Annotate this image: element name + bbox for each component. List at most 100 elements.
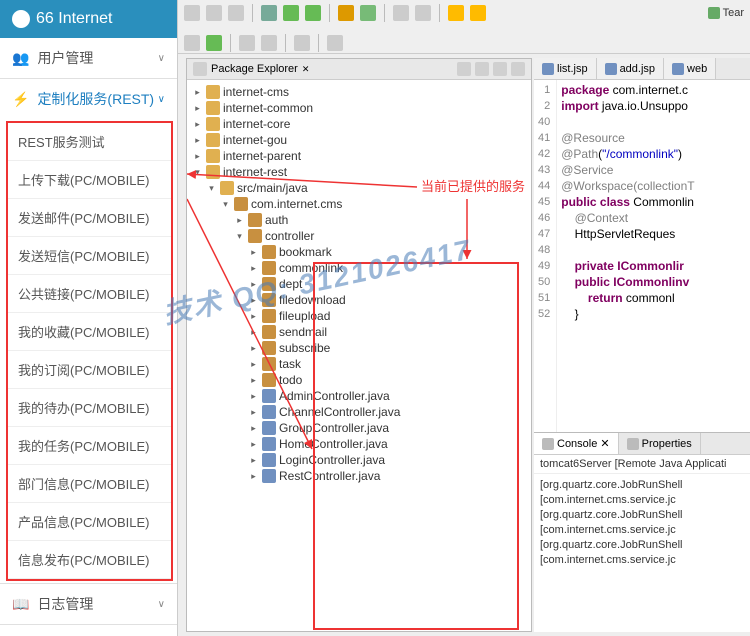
file-icon <box>542 63 554 75</box>
console-tab[interactable]: Properties <box>619 433 701 454</box>
menu-item[interactable]: 上传下载(PC/MOBILE) <box>8 161 171 199</box>
pkg-icon <box>262 325 276 339</box>
editor-tab[interactable]: list.jsp <box>534 58 597 79</box>
pkg-icon <box>262 293 276 307</box>
tb3-icon[interactable] <box>239 35 255 51</box>
save-all-icon[interactable] <box>228 5 244 21</box>
nav-users[interactable]: 👥用户管理 ∨ <box>0 38 177 78</box>
tree-row[interactable]: ▸ChannelController.java <box>189 404 529 420</box>
tree-row[interactable]: ▸internet-core <box>189 116 529 132</box>
tree-row[interactable]: ▸task <box>189 356 529 372</box>
book-icon: 📖 <box>12 596 29 613</box>
tree-row[interactable]: ▾controller <box>189 228 529 244</box>
toggle-icon[interactable] <box>415 5 431 21</box>
console-icon <box>542 438 554 450</box>
run-icon[interactable] <box>283 5 299 21</box>
tb6-icon[interactable] <box>327 35 343 51</box>
ide-area: Tear Package Explorer ✕ <box>178 0 750 636</box>
menu-item[interactable]: 发送短信(PC/MOBILE) <box>8 237 171 275</box>
tree-row[interactable]: ▸HomeController.java <box>189 436 529 452</box>
pkg-icon <box>262 373 276 387</box>
team-button[interactable]: Tear <box>708 7 744 19</box>
tree-row[interactable]: ▸subscribe <box>189 340 529 356</box>
menu-item[interactable]: 部门信息(PC/MOBILE) <box>8 465 171 503</box>
menu-item[interactable]: REST服务测试 <box>8 123 171 161</box>
menu-item[interactable]: 产品信息(PC/MOBILE) <box>8 503 171 541</box>
tree-row[interactable]: ▸fileupload <box>189 308 529 324</box>
link-icon[interactable] <box>475 62 489 76</box>
nav-back-icon[interactable] <box>448 5 464 21</box>
tree-row[interactable]: ▸bookmark <box>189 244 529 260</box>
java-icon <box>262 469 276 483</box>
package-tree[interactable]: ▸internet-cms▸internet-common▸internet-c… <box>187 80 531 631</box>
debug-icon[interactable] <box>261 5 277 21</box>
tree-row[interactable]: ▸AdminController.java <box>189 388 529 404</box>
tree-row[interactable]: ▸auth <box>189 212 529 228</box>
code-editor[interactable]: 1240414243444546474849505152 package com… <box>534 80 750 432</box>
new-icon[interactable] <box>184 5 200 21</box>
menu-item[interactable]: 公共链接(PC/MOBILE) <box>8 275 171 313</box>
console-icon <box>627 438 639 450</box>
tree-row[interactable]: ▸RestController.java <box>189 468 529 484</box>
pkg-icon <box>262 341 276 355</box>
tb2-icon[interactable] <box>184 35 200 51</box>
chevron-down-icon: ∨ <box>158 53 165 64</box>
tree-row[interactable]: ▾internet-rest <box>189 164 529 180</box>
package-icon[interactable] <box>338 5 354 21</box>
console-output[interactable]: [org.quartz.core.JobRunShell[com.interne… <box>534 474 750 632</box>
tree-row[interactable]: ▸LoginController.java <box>189 452 529 468</box>
tb5-icon[interactable] <box>294 35 310 51</box>
fld-icon <box>206 165 220 179</box>
file-icon <box>672 63 684 75</box>
editor-tab[interactable]: web <box>664 58 716 79</box>
tree-row[interactable]: ▸sendmail <box>189 324 529 340</box>
pkg-icon <box>262 245 276 259</box>
collapse-icon[interactable] <box>457 62 471 76</box>
package-explorer-icon <box>193 62 207 76</box>
console-tab[interactable]: Console ✕ <box>534 433 619 454</box>
pkg-icon <box>234 197 248 211</box>
console-panel: Console ✕Properties tomcat6Server [Remot… <box>534 432 750 632</box>
class-icon[interactable] <box>360 5 376 21</box>
java-icon <box>262 437 276 451</box>
tree-row[interactable]: ▸internet-cms <box>189 84 529 100</box>
refresh-icon[interactable] <box>206 35 222 51</box>
tree-row[interactable]: ▸internet-common <box>189 100 529 116</box>
pkg-icon <box>262 309 276 323</box>
package-explorer: Package Explorer ✕ ▸internet-cms▸interne… <box>186 58 532 632</box>
rest-menu-box: REST服务测试上传下载(PC/MOBILE)发送邮件(PC/MOBILE)发送… <box>6 121 173 581</box>
min-icon[interactable] <box>511 62 525 76</box>
tree-row[interactable]: ▸internet-gou <box>189 132 529 148</box>
nav-fwd-icon[interactable] <box>470 5 486 21</box>
ide-toolbar: Tear <box>178 0 750 54</box>
save-icon[interactable] <box>206 5 222 21</box>
tb4-icon[interactable] <box>261 35 277 51</box>
menu-icon[interactable] <box>493 62 507 76</box>
menu-item[interactable]: 我的收藏(PC/MOBILE) <box>8 313 171 351</box>
editor-tab[interactable]: add.jsp <box>597 58 664 79</box>
menu-item[interactable]: 我的任务(PC/MOBILE) <box>8 427 171 465</box>
tree-row[interactable]: ▾src/main/java <box>189 180 529 196</box>
nav-log[interactable]: 📖日志管理 ∨ <box>0 584 177 624</box>
menu-item[interactable]: 信息发布(PC/MOBILE) <box>8 541 171 579</box>
tree-row[interactable]: ▾com.internet.cms <box>189 196 529 212</box>
nav-rest[interactable]: ⚡定制化服务(REST) ∨ <box>0 79 177 119</box>
brand-title: 66 Internet <box>36 10 113 28</box>
search-icon[interactable] <box>393 5 409 21</box>
tree-row[interactable]: ▸dept <box>189 276 529 292</box>
menu-item[interactable]: 我的待办(PC/MOBILE) <box>8 389 171 427</box>
editor-tabs: list.jspadd.jspweb <box>534 58 750 80</box>
globe-icon <box>12 10 30 28</box>
bolt-icon: ⚡ <box>12 91 29 108</box>
tree-row[interactable]: ▸todo <box>189 372 529 388</box>
fld-icon <box>206 133 220 147</box>
tree-row[interactable]: ▸filedownload <box>189 292 529 308</box>
tree-row[interactable]: ▸GroupController.java <box>189 420 529 436</box>
tree-row[interactable]: ▸commonlink <box>189 260 529 276</box>
chevron-down-icon: ∨ <box>158 599 165 610</box>
run-ext-icon[interactable] <box>305 5 321 21</box>
menu-item[interactable]: 发送邮件(PC/MOBILE) <box>8 199 171 237</box>
menu-item[interactable]: 我的订阅(PC/MOBILE) <box>8 351 171 389</box>
java-icon <box>262 453 276 467</box>
tree-row[interactable]: ▸internet-parent <box>189 148 529 164</box>
